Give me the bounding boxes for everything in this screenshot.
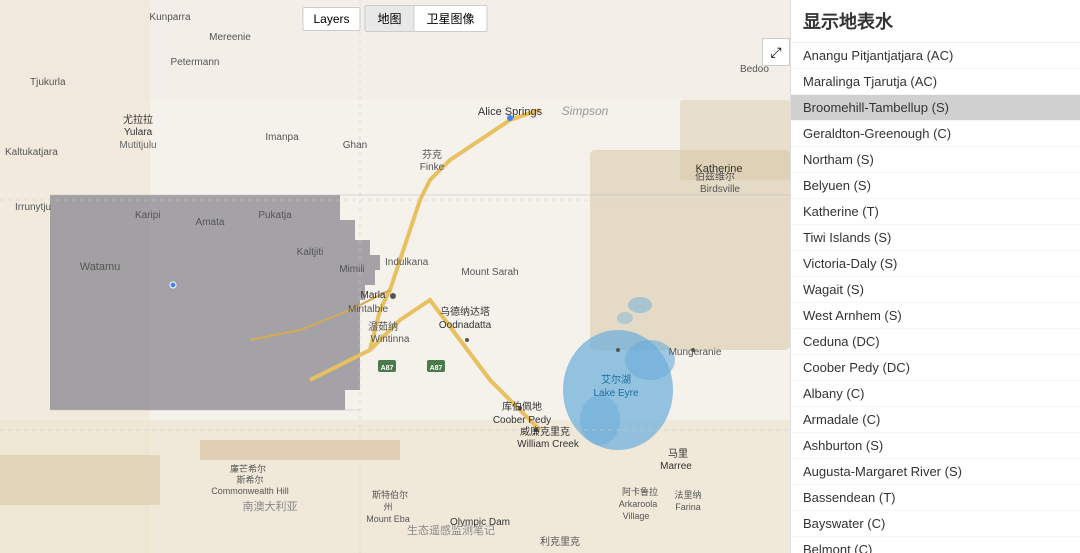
svg-text:Yulara: Yulara [124, 127, 153, 138]
list-item[interactable]: Northam (S) [791, 147, 1080, 173]
list-item[interactable]: Katherine (T) [791, 199, 1080, 225]
fullscreen-button[interactable]: ⤢ [762, 38, 790, 66]
svg-text:廉芒希尔: 廉芒希尔 [230, 463, 266, 474]
svg-text:Mutitjulu: Mutitjulu [119, 140, 156, 151]
svg-text:Ghan: Ghan [343, 140, 367, 151]
svg-text:Watamu: Watamu [80, 261, 121, 273]
map-type-map[interactable]: 地图 [366, 6, 414, 31]
svg-text:Wintinna: Wintinna [371, 334, 410, 345]
list-item[interactable]: Armadale (C) [791, 407, 1080, 433]
svg-text:Simpson: Simpson [562, 104, 609, 118]
svg-text:Commonwealth Hill: Commonwealth Hill [211, 486, 289, 496]
list-item[interactable]: Coober Pedy (DC) [791, 355, 1080, 381]
svg-text:Lake Eyre: Lake Eyre [593, 388, 638, 399]
list-item[interactable]: Belyuen (S) [791, 173, 1080, 199]
svg-text:Katherine: Katherine [695, 163, 742, 175]
svg-text:Marree: Marree [660, 461, 692, 472]
svg-text:威廉克里克: 威廉克里克 [520, 425, 570, 438]
map-container[interactable]: A87 A87 Alice Springs Kunparra Mereenie … [0, 0, 790, 553]
svg-text:Imanpa: Imanpa [265, 132, 299, 143]
right-panel: 显示地表水 Anangu Pitjantjatjara (AC)Maraling… [790, 0, 1080, 553]
list-item[interactable]: Albany (C) [791, 381, 1080, 407]
svg-text:Mungeranie: Mungeranie [669, 347, 722, 358]
svg-text:芬克: 芬克 [422, 149, 442, 161]
panel-title: 显示地表水 [791, 0, 1080, 43]
svg-text:Kunparra: Kunparra [149, 12, 191, 23]
svg-text:Amata: Amata [196, 217, 225, 228]
svg-text:Indulkana: Indulkana [385, 257, 429, 268]
svg-text:艾尔湖: 艾尔湖 [601, 373, 631, 386]
svg-text:Pukatja: Pukatja [258, 210, 292, 221]
layers-button[interactable]: Layers [302, 7, 360, 31]
list-item[interactable]: Broomehill-Tambellup (S) [791, 95, 1080, 121]
svg-text:Farina: Farina [675, 502, 701, 512]
svg-text:A87: A87 [381, 365, 394, 372]
list-item[interactable]: Bayswater (C) [791, 511, 1080, 537]
svg-text:库伯佩地: 库伯佩地 [502, 400, 542, 413]
svg-text:Birdsville: Birdsville [700, 184, 740, 195]
list-item[interactable]: Augusta-Margaret River (S) [791, 459, 1080, 485]
svg-text:Oodnadatta: Oodnadatta [439, 320, 492, 331]
list-item[interactable]: Geraldton-Greenough (C) [791, 121, 1080, 147]
map-type-satellite[interactable]: 卫星图像 [415, 6, 487, 31]
svg-text:Mereenie: Mereenie [209, 32, 251, 43]
svg-text:Finke: Finke [420, 162, 445, 173]
svg-text:Kaltukatjara: Kaltukatjara [5, 147, 58, 158]
svg-text:南澳大利亚: 南澳大利亚 [243, 499, 298, 513]
svg-text:阿卡鲁拉: 阿卡鲁拉 [622, 486, 658, 497]
svg-text:法里纳: 法里纳 [674, 489, 701, 500]
svg-text:Irrunytju: Irrunytju [15, 202, 51, 213]
svg-text:Mimili: Mimili [339, 264, 365, 275]
map-toolbar: Layers 地图 卫星图像 [302, 5, 487, 32]
svg-text:州: 州 [383, 502, 392, 512]
list-item[interactable]: Maralinga Tjarutja (AC) [791, 69, 1080, 95]
svg-text:温茹纳: 温茹纳 [368, 320, 398, 333]
svg-text:Mount Eba: Mount Eba [366, 514, 410, 524]
svg-text:Village: Village [623, 511, 650, 521]
list-item[interactable]: Belmont (C) [791, 537, 1080, 553]
list-item[interactable]: West Arnhem (S) [791, 303, 1080, 329]
svg-text:尤拉拉: 尤拉拉 [123, 113, 153, 126]
svg-text:Mount Sarah: Mount Sarah [461, 267, 518, 278]
svg-text:William Creek: William Creek [517, 439, 580, 450]
svg-text:Arkaroola: Arkaroola [619, 499, 658, 509]
svg-text:Kaltjiti: Kaltjiti [297, 247, 324, 258]
svg-text:斯希尔: 斯希尔 [236, 474, 263, 485]
list-item[interactable]: Tiwi Islands (S) [791, 225, 1080, 251]
svg-text:Marla: Marla [360, 290, 385, 301]
list-item[interactable]: Ashburton (S) [791, 433, 1080, 459]
svg-text:Petermann: Petermann [171, 57, 220, 68]
svg-text:乌德纳达塔: 乌德纳达塔 [440, 305, 490, 318]
svg-text:Coober Pedy: Coober Pedy [493, 415, 551, 426]
svg-text:Tjukurla: Tjukurla [30, 77, 66, 88]
list-item[interactable]: Wagait (S) [791, 277, 1080, 303]
svg-text:Mintalbie: Mintalbie [348, 304, 388, 315]
svg-text:A87: A87 [430, 365, 443, 372]
list-item[interactable]: Bassendean (T) [791, 485, 1080, 511]
panel-list[interactable]: Anangu Pitjantjatjara (AC)Maralinga Tjar… [791, 43, 1080, 553]
fullscreen-icon: ⤢ [770, 44, 781, 61]
svg-text:马里: 马里 [668, 448, 688, 460]
svg-text:利克里克: 利克里克 [540, 536, 580, 548]
map-type-buttons: 地图 卫星图像 [365, 5, 488, 32]
list-item[interactable]: Anangu Pitjantjatjara (AC) [791, 43, 1080, 69]
svg-text:Alice Springs: Alice Springs [478, 106, 543, 118]
svg-text:斯特伯尔: 斯特伯尔 [372, 489, 408, 500]
svg-text:Karipi: Karipi [135, 210, 161, 221]
list-item[interactable]: Ceduna (DC) [791, 329, 1080, 355]
list-item[interactable]: Victoria-Daly (S) [791, 251, 1080, 277]
watermark: 生态遥感监测笔记 [407, 522, 495, 538]
